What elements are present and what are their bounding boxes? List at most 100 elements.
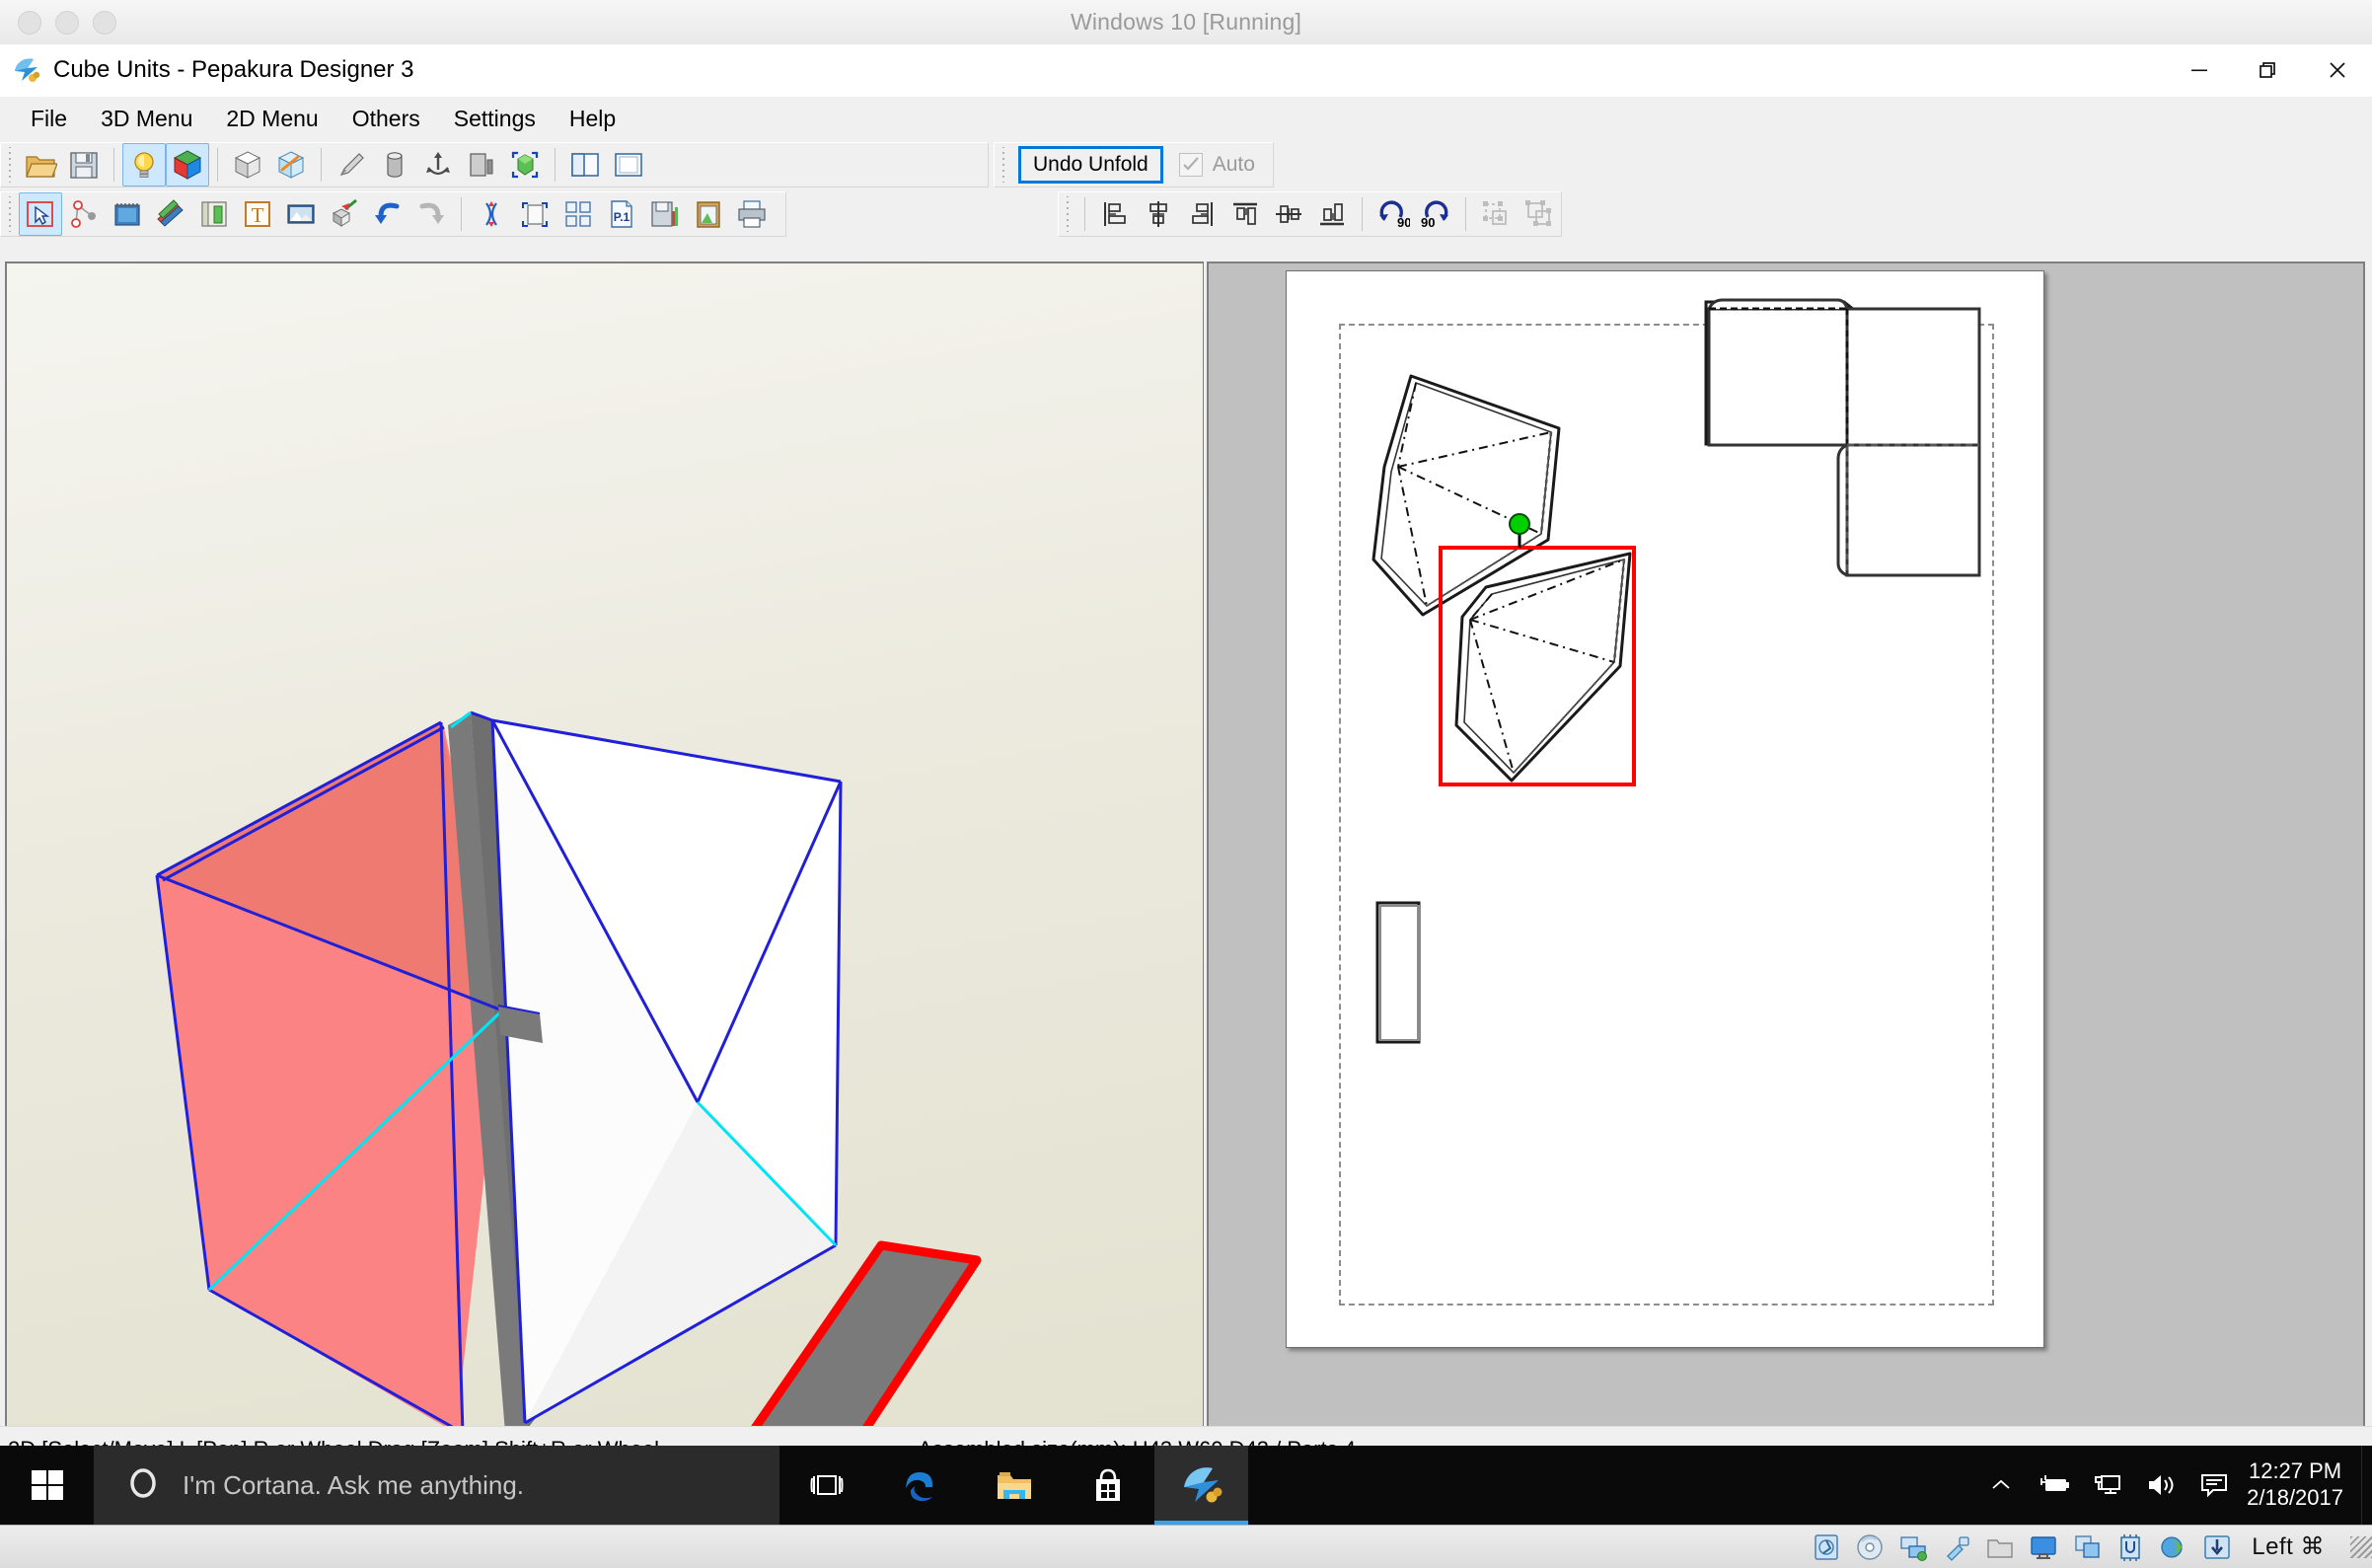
app-titlebar: Cube Units - Pepakura Designer 3	[0, 44, 2372, 97]
pepakura-window: Cube Units - Pepakura Designer 3	[0, 44, 2372, 1446]
paint-tool-button[interactable]	[323, 192, 366, 236]
menu-2d[interactable]: 2D Menu	[209, 102, 334, 136]
windows-taskbar: I'm Cortana. Ask me anything.	[0, 1446, 2372, 1525]
edit-flaps-tool-button[interactable]	[106, 192, 149, 236]
undo-button[interactable]	[366, 192, 409, 236]
close-button[interactable]	[2303, 44, 2372, 96]
text-tool-button[interactable]: T	[236, 192, 279, 236]
print-button[interactable]	[730, 192, 774, 236]
battery-charging-icon[interactable]	[2028, 1446, 2081, 1525]
show-flaps-light-button[interactable]	[122, 143, 166, 187]
hard-disk-icon[interactable]	[1812, 1532, 1841, 1562]
toolbar-grip[interactable]	[6, 147, 16, 183]
taskbar-clock[interactable]: 12:27 PM 2/18/2017	[2241, 1458, 2361, 1512]
toolbar-grip[interactable]	[1064, 196, 1074, 232]
file-explorer-button[interactable]	[967, 1446, 1061, 1525]
task-view-button[interactable]	[779, 1446, 873, 1525]
unfold-panel: Undo Unfold Auto	[994, 142, 1274, 187]
pen-tool-button[interactable]	[330, 143, 373, 187]
zoom-dot[interactable]	[93, 11, 116, 35]
menu-help[interactable]: Help	[553, 102, 632, 136]
usb-icon[interactable]	[1942, 1532, 1971, 1562]
image-tool-button[interactable]	[279, 192, 323, 236]
join-divide-tool-button[interactable]	[62, 192, 106, 236]
pepakura-taskbar-button[interactable]	[1154, 1446, 1248, 1525]
arrange-parts-button[interactable]	[556, 192, 600, 236]
mirror-tool-button[interactable]	[460, 143, 503, 187]
display-icon[interactable]	[2029, 1532, 2058, 1562]
select-green-cube-button[interactable]	[503, 143, 547, 187]
split-view-vertical-button[interactable]	[563, 143, 607, 187]
microsoft-store-button[interactable]	[1061, 1446, 1154, 1525]
volume-icon[interactable]	[2134, 1446, 2187, 1525]
resize-grip[interactable]	[2350, 1536, 2372, 1558]
windows-start-button[interactable]	[0, 1446, 94, 1525]
anchor-tool-button[interactable]	[416, 143, 460, 187]
rotate-right-90-button[interactable]: 90	[1414, 192, 1457, 236]
save-file-button[interactable]	[62, 143, 106, 187]
align-right-button[interactable]	[1180, 192, 1223, 236]
show-desktop-button[interactable]	[2361, 1446, 2372, 1525]
align-center-horizontal-button[interactable]	[1137, 192, 1180, 236]
optical-disk-icon[interactable]	[1855, 1532, 1885, 1562]
toolbar-separator	[217, 148, 218, 182]
cortana-search-box[interactable]: I'm Cortana. Ask me anything.	[94, 1446, 779, 1525]
group-parts-button[interactable]	[1474, 192, 1518, 236]
open-file-button[interactable]	[19, 143, 62, 187]
minimize-dot[interactable]	[55, 11, 79, 35]
window-controls[interactable]	[2165, 44, 2372, 96]
network-monitor-icon[interactable]	[2081, 1446, 2134, 1525]
shared-folder-icon[interactable]	[1985, 1532, 2015, 1562]
microsoft-edge-button[interactable]	[873, 1446, 967, 1525]
align-top-button[interactable]	[1223, 192, 1267, 236]
cpu-icon[interactable]	[2115, 1532, 2145, 1562]
cortana-placeholder-text: I'm Cortana. Ask me anything.	[183, 1470, 524, 1501]
window-capture-icon[interactable]	[2072, 1532, 2102, 1562]
fit-page-button[interactable]	[513, 192, 556, 236]
auto-unfold-checkbox-wrap[interactable]: Auto	[1179, 153, 1255, 177]
menu-others[interactable]: Others	[335, 102, 437, 136]
close-dot[interactable]	[18, 11, 41, 35]
window-traffic-lights[interactable]	[18, 0, 116, 44]
toggle-edge-highlight-button[interactable]	[269, 143, 313, 187]
virtualbox-guest-additions-icon[interactable]	[2159, 1532, 2188, 1562]
toolbar-grip[interactable]	[6, 196, 16, 232]
virtualbox-titlebar: Windows 10 [Running]	[0, 0, 2372, 45]
show-texture-button[interactable]	[166, 143, 209, 187]
toggle-shading-button[interactable]	[226, 143, 269, 187]
minimize-button[interactable]	[2165, 44, 2234, 96]
rotate-left-90-button[interactable]: 90	[1371, 192, 1414, 236]
auto-unfold-checkbox[interactable]	[1179, 153, 1203, 177]
restore-button[interactable]	[2234, 44, 2303, 96]
align-bottom-button[interactable]	[1310, 192, 1354, 236]
action-center-icon[interactable]	[2187, 1446, 2241, 1525]
virtualbox-statusbar: Left ⌘	[0, 1525, 2372, 1568]
menu-settings[interactable]: Settings	[437, 102, 553, 136]
align-middle-vertical-button[interactable]	[1267, 192, 1310, 236]
ungroup-parts-button[interactable]	[1518, 192, 1561, 236]
select-move-tool-button[interactable]	[19, 192, 62, 236]
edit-strip-tool-button[interactable]	[192, 192, 236, 236]
show-hidden-icons-chevron[interactable]	[1974, 1446, 2028, 1525]
mouse-capture-icon[interactable]	[2202, 1532, 2232, 1562]
clipboard-button[interactable]	[687, 192, 730, 236]
page-setup-button[interactable]: P.1	[600, 192, 643, 236]
align-left-button[interactable]	[1093, 192, 1137, 236]
2d-pattern-view[interactable]	[1207, 261, 2365, 1435]
menu-file[interactable]: File	[14, 102, 84, 136]
menu-3d[interactable]: 3D Menu	[84, 102, 209, 136]
host-key-label: Left ⌘	[2252, 1532, 2325, 1561]
toolbar-row-2: T	[0, 189, 2372, 239]
redo-button[interactable]	[409, 192, 453, 236]
undo-unfold-button[interactable]: Undo Unfold	[1018, 146, 1163, 184]
menubar[interactable]: File 3D Menu 2D Menu Others Settings Hel…	[0, 97, 2372, 140]
flip-part-button[interactable]	[470, 192, 513, 236]
unfold-panel-grip[interactable]	[1000, 147, 1009, 183]
single-view-button[interactable]	[607, 143, 650, 187]
cylinder-tool-button[interactable]	[373, 143, 416, 187]
3d-model-view[interactable]	[5, 261, 1204, 1435]
export-save-button[interactable]	[643, 192, 687, 236]
page-sheet[interactable]	[1286, 270, 2044, 1348]
network-icon[interactable]	[1898, 1532, 1928, 1562]
line-style-tool-button[interactable]	[149, 192, 192, 236]
